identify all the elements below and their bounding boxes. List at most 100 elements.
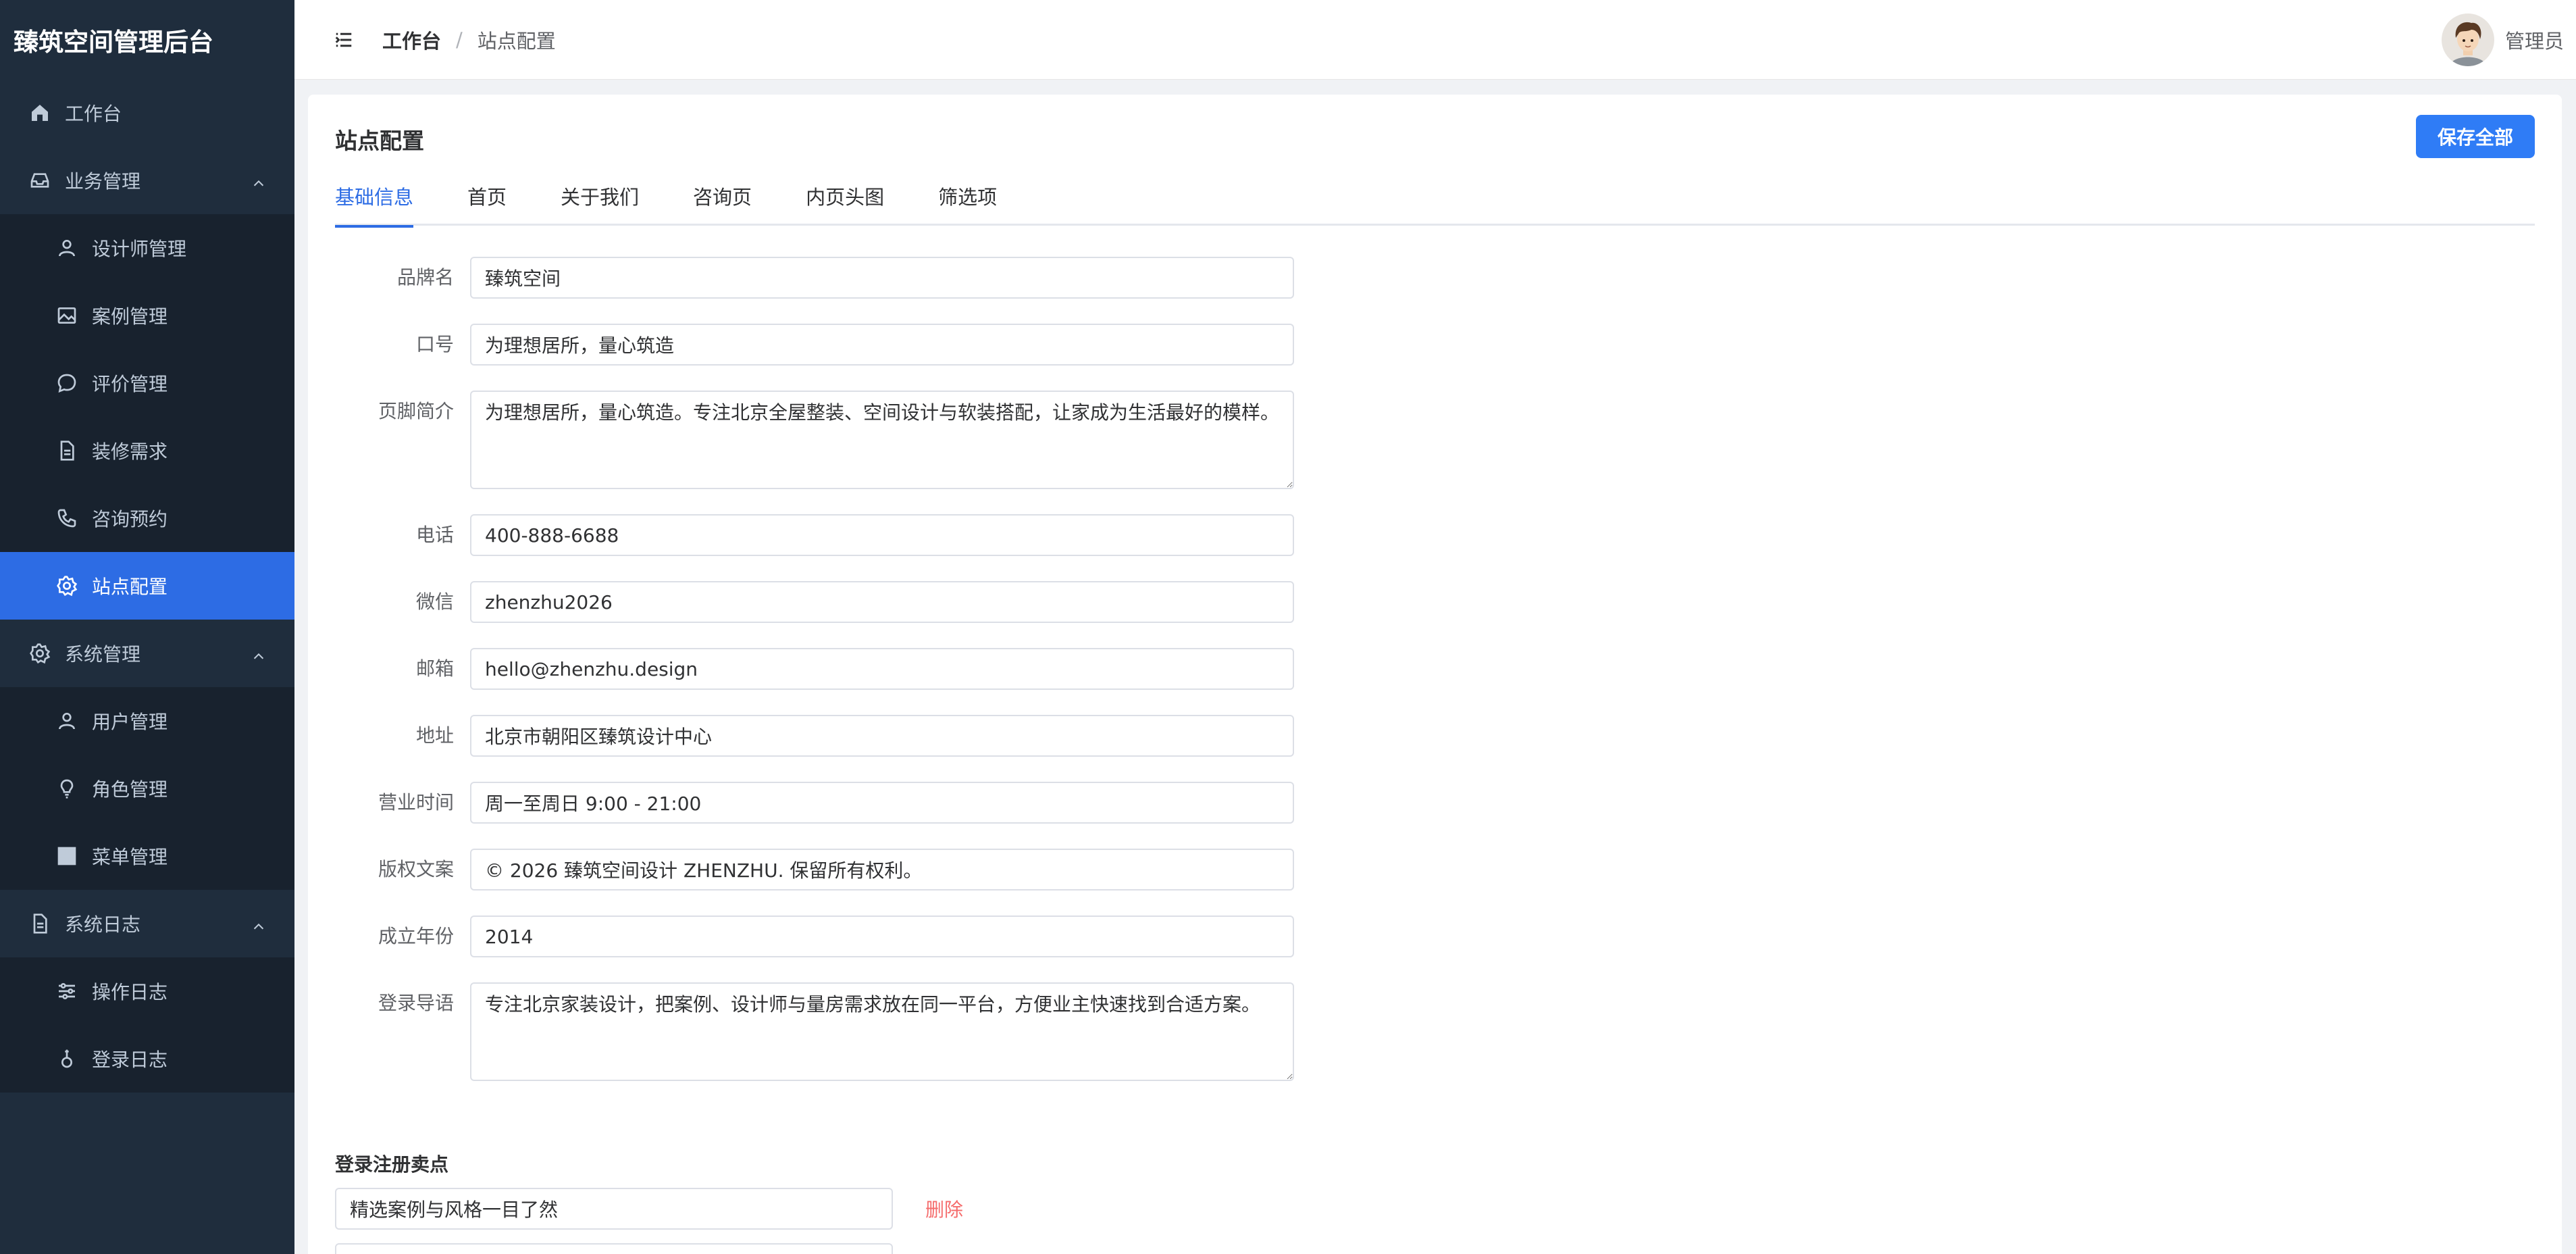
sidebar-item-label: 站点配置 (92, 576, 168, 598)
form-row-wechat: 微信 (335, 581, 1294, 623)
address-field[interactable] (470, 715, 1294, 757)
sliders-icon (55, 980, 78, 1003)
footer-intro-label: 页脚简介 (378, 400, 454, 422)
form-row-brand: 品牌名 (335, 257, 1294, 299)
copyright-label: 版权文案 (378, 858, 454, 880)
breadcrumb-current: 站点配置 (477, 29, 556, 53)
sidebar-item-users[interactable]: 用户管理 (0, 687, 294, 755)
slogan-field[interactable] (470, 324, 1294, 366)
document-icon (55, 439, 78, 462)
slogan-label: 口号 (415, 333, 454, 355)
sidebar-item-renovation[interactable]: 装修需求 (0, 417, 294, 484)
login-intro-field[interactable]: 专注北京家装设计，把案例、设计师与量房需求放在同一平台，方便业主快速找到合适方案… (470, 982, 1294, 1081)
sidebar-item-business[interactable]: 业务管理 (0, 147, 294, 214)
app-title: 臻筑空间管理后台 (14, 27, 213, 57)
sidebar-item-system[interactable]: 系统管理 (0, 620, 294, 687)
wechat-field[interactable] (470, 581, 1294, 623)
menu-fold-icon[interactable] (332, 28, 355, 51)
user-menu[interactable]: 管理员 (2441, 14, 2564, 66)
email-field[interactable] (470, 648, 1294, 690)
hours-label: 营业时间 (378, 791, 454, 813)
sidebar-item-label: 菜单管理 (92, 846, 168, 868)
selling-point-field[interactable] (335, 1243, 893, 1254)
form-row-email: 邮箱 (335, 648, 1294, 690)
gear-icon (55, 574, 78, 597)
sidebar-item-dashboard[interactable]: 工作台 (0, 79, 294, 147)
site-config-card: 站点配置 保存全部 基础信息 首页 关于我们 咨询页 内页头图 筛选项 品牌名 … (308, 95, 2562, 1254)
wechat-label: 微信 (415, 591, 454, 613)
founded-year-field[interactable] (470, 916, 1294, 957)
form-row-copyright: 版权文案 (335, 849, 1294, 891)
sidebar-item-login-log[interactable]: 登录日志 (0, 1025, 294, 1093)
sidebar-item-label: 操作日志 (92, 981, 168, 1003)
selling-point-row (335, 1243, 893, 1254)
tab-home[interactable]: 首页 (467, 182, 507, 226)
breadcrumb-home[interactable]: 工作台 (382, 26, 441, 54)
form-row-login-intro: 登录导语 专注北京家装设计，把案例、设计师与量房需求放在同一平台，方便业主快速找… (335, 982, 1294, 1081)
form-row-address: 地址 (335, 715, 1294, 757)
home-icon (28, 101, 51, 124)
sidebar-item-label: 角色管理 (92, 778, 168, 801)
sidebar-item-operation-log[interactable]: 操作日志 (0, 957, 294, 1025)
sidebar: 臻筑空间管理后台 工作台 业务管理 设计师管理 案例管理 评价管理 装修需求 咨… (0, 0, 294, 1254)
sidebar-item-label: 业务管理 (65, 170, 141, 193)
sidebar-item-roles[interactable]: 角色管理 (0, 755, 294, 822)
pin-icon (55, 1047, 78, 1070)
user-icon (55, 709, 78, 732)
sidebar-item-label: 装修需求 (92, 441, 168, 463)
user-icon (55, 236, 78, 259)
sidebar-item-menus[interactable]: 菜单管理 (0, 822, 294, 890)
tab-inner-banner[interactable]: 内页头图 (806, 182, 884, 226)
hours-field[interactable] (470, 782, 1294, 824)
sidebar-item-consultation[interactable]: 咨询预约 (0, 484, 294, 552)
avatar[interactable] (2441, 14, 2494, 66)
footer-intro-field[interactable]: 为理想居所，量心筑造。专注北京全屋整装、空间设计与软装搭配，让家成为生活最好的模… (470, 391, 1294, 489)
delete-button[interactable]: 删除 (925, 1195, 963, 1222)
email-label: 邮箱 (415, 657, 454, 680)
chat-icon (55, 372, 78, 395)
sidebar-item-logs[interactable]: 系统日志 (0, 890, 294, 957)
image-icon (55, 304, 78, 327)
sidebar-item-label: 系统日志 (65, 913, 141, 936)
sidebar-item-label: 评价管理 (92, 373, 168, 395)
selling-point-row: 删除 (335, 1188, 963, 1230)
phone-label: 电话 (415, 524, 454, 546)
tab-about-us[interactable]: 关于我们 (561, 182, 639, 226)
sidebar-item-site-config[interactable]: 站点配置 (0, 552, 294, 620)
sidebar-item-label: 登录日志 (92, 1049, 168, 1071)
address-label: 地址 (415, 724, 454, 747)
tab-basic-info[interactable]: 基础信息 (335, 182, 414, 228)
sidebar-menu: 工作台 业务管理 设计师管理 案例管理 评价管理 装修需求 咨询预约 站点配置 … (0, 79, 294, 1093)
sidebar-item-designers[interactable]: 设计师管理 (0, 214, 294, 282)
breadcrumb: 工作台 / 站点配置 (382, 26, 556, 54)
inbox-icon (28, 169, 51, 192)
chevron-up-icon (251, 917, 266, 932)
selling-point-field[interactable] (335, 1188, 893, 1230)
copyright-field[interactable] (470, 849, 1294, 891)
form-row-founded: 成立年份 (335, 916, 1294, 957)
brand-label: 品牌名 (396, 266, 454, 289)
gear-icon (28, 642, 51, 665)
basic-info-form: 品牌名 口号 页脚简介 为理想居所，量心筑造。专注北京全屋整装、空间设计与软装搭… (335, 257, 1294, 1106)
sidebar-item-cases[interactable]: 案例管理 (0, 282, 294, 349)
phone-icon (55, 507, 78, 530)
form-row-slogan: 口号 (335, 324, 1294, 366)
top-header: 工作台 / 站点配置 管理员 (294, 0, 2576, 80)
phone-field[interactable] (470, 514, 1294, 556)
sidebar-item-reviews[interactable]: 评价管理 (0, 349, 294, 417)
config-tabs: 基础信息 首页 关于我们 咨询页 内页头图 筛选项 (335, 182, 2535, 228)
form-row-footer: 页脚简介 为理想居所，量心筑造。专注北京全屋整装、空间设计与软装搭配，让家成为生… (335, 391, 1294, 489)
sidebar-item-label: 案例管理 (92, 305, 168, 328)
save-all-button[interactable]: 保存全部 (2416, 115, 2535, 158)
user-name[interactable]: 管理员 (2505, 26, 2564, 54)
founded-year-label: 成立年份 (378, 925, 454, 947)
form-row-hours: 营业时间 (335, 782, 1294, 824)
tab-filters[interactable]: 筛选项 (938, 182, 997, 226)
sidebar-item-label: 用户管理 (92, 711, 168, 733)
sidebar-item-label: 系统管理 (65, 643, 141, 666)
sidebar-item-label: 咨询预约 (92, 508, 168, 530)
form-row-phone: 电话 (335, 514, 1294, 556)
sidebar-item-label: 工作台 (65, 103, 122, 125)
brand-field[interactable] (470, 257, 1294, 299)
tab-consultation[interactable]: 咨询页 (693, 182, 752, 226)
